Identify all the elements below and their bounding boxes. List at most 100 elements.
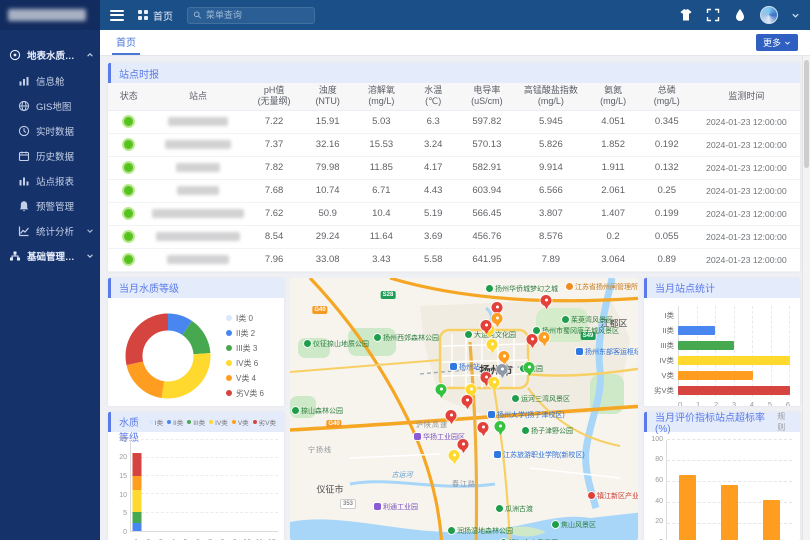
clock-icon bbox=[18, 125, 30, 137]
panel-title: 当月评价指标站点超标率(%) bbox=[655, 412, 771, 435]
hbar-chart: I类II类III类IV类V类劣V类0123456 bbox=[644, 298, 800, 406]
legend-item: 劣V类 6 bbox=[226, 388, 264, 399]
map-poi-label: 华扬工业园区 bbox=[414, 432, 465, 442]
topbar-actions bbox=[679, 6, 800, 24]
station-marker-red[interactable] bbox=[462, 395, 473, 406]
hamburger-menu-icon[interactable] bbox=[110, 10, 124, 21]
legend-swatch bbox=[226, 315, 232, 321]
cell-value: 3.24 bbox=[409, 133, 457, 156]
station-marker-orange[interactable] bbox=[539, 332, 550, 343]
station-marker-green[interactable] bbox=[436, 384, 447, 395]
sidebar-group-label: 基础管理系统 bbox=[27, 249, 80, 263]
cell-value: 2024-01-23 12:00:00 bbox=[693, 202, 800, 225]
station-marker-gray[interactable] bbox=[497, 364, 508, 375]
scrollbar-thumb[interactable] bbox=[804, 60, 809, 168]
chevron-down-icon[interactable] bbox=[791, 11, 800, 20]
gis-map[interactable]: 扬州市仪征市江都区沪陕高速春江路宁扬线古运河G40G40S28S49353扬州华… bbox=[290, 278, 638, 540]
column-header: 高锰酸盐指数(mg/L) bbox=[516, 83, 585, 110]
poi-green-icon bbox=[448, 527, 455, 534]
station-marker-yellow[interactable] bbox=[489, 377, 500, 388]
status-dot-normal bbox=[124, 117, 133, 126]
sidebar-group-label: 地表水质量监测系统 bbox=[27, 48, 80, 62]
station-marker-red[interactable] bbox=[541, 295, 552, 306]
cell-value: 7.37 bbox=[246, 133, 301, 156]
station-marker-green[interactable] bbox=[524, 362, 535, 373]
table-row: 7.9633.083.435.58641.957.893.0640.892024… bbox=[108, 248, 800, 271]
sidebar-item[interactable]: 历史数据 bbox=[0, 143, 100, 168]
cell-value: 7.89 bbox=[516, 248, 585, 271]
cell-value: 5.945 bbox=[516, 110, 585, 133]
status-dot-normal bbox=[124, 232, 133, 241]
rules-link[interactable]: 规则 bbox=[777, 412, 792, 433]
hbar-row: II类 bbox=[650, 323, 790, 338]
vertical-scrollbar[interactable] bbox=[802, 56, 810, 540]
sidebar-group[interactable]: 地表水质量监测系统 bbox=[0, 42, 100, 68]
sidebar-item[interactable]: 预警管理 bbox=[0, 193, 100, 218]
water-drop-icon[interactable] bbox=[733, 8, 747, 22]
y-axis-labels: 100806040200 bbox=[650, 436, 663, 540]
column-header: 总磷(mg/L) bbox=[641, 83, 693, 110]
sidebar-item[interactable]: GIS地图 bbox=[0, 93, 100, 118]
cell-value: 0.192 bbox=[641, 133, 693, 156]
station-marker-red[interactable] bbox=[481, 320, 492, 331]
cell-value: 6.3 bbox=[409, 110, 457, 133]
sidebar-group[interactable]: 基础管理系统 bbox=[0, 243, 100, 269]
search-input[interactable] bbox=[206, 10, 309, 20]
poi-green-icon bbox=[562, 316, 569, 323]
avatar[interactable] bbox=[760, 6, 778, 24]
station-marker-red[interactable] bbox=[527, 334, 538, 345]
station-marker-orange[interactable] bbox=[499, 351, 510, 362]
fullscreen-icon[interactable] bbox=[706, 8, 720, 22]
logo-redacted bbox=[8, 9, 86, 21]
station-marker-green[interactable] bbox=[495, 421, 506, 432]
more-button[interactable]: 更多 bbox=[756, 34, 798, 51]
category-label: V类 bbox=[650, 370, 674, 381]
cell-value: 3.43 bbox=[354, 248, 409, 271]
map-poi-label: 扬州华侨城梦幻之城 bbox=[486, 284, 558, 294]
road-badge: 353 bbox=[340, 499, 356, 509]
donut-legend: I类 0II类 2III类 3IV类 6V类 4劣V类 6 bbox=[226, 313, 264, 399]
station-marker-yellow[interactable] bbox=[487, 339, 498, 350]
cell-value: 10.74 bbox=[302, 179, 354, 202]
cell-value: 1.911 bbox=[585, 156, 640, 179]
status-dot-normal bbox=[124, 186, 133, 195]
station-marker-orange[interactable] bbox=[492, 313, 503, 324]
cell-value: 6.566 bbox=[516, 179, 585, 202]
sidebar-item[interactable]: 统计分析 bbox=[0, 218, 100, 243]
cell-value: 3.807 bbox=[516, 202, 585, 225]
cell-value: 456.76 bbox=[457, 225, 516, 248]
station-marker-yellow[interactable] bbox=[466, 384, 477, 395]
table-row: 7.6810.746.714.43603.946.5662.0610.25202… bbox=[108, 179, 800, 202]
menu-search[interactable] bbox=[187, 7, 315, 24]
sidebar-item[interactable]: 信息舱 bbox=[0, 68, 100, 93]
station-marker-yellow[interactable] bbox=[449, 450, 460, 461]
donut-chart: I类 0II类 2III类 3IV类 6V类 4劣V类 6 bbox=[108, 298, 284, 406]
cell-value: 5.826 bbox=[516, 133, 585, 156]
legend-item: III类 bbox=[187, 417, 205, 427]
sidebar-item[interactable]: 实时数据 bbox=[0, 118, 100, 143]
legend-swatch bbox=[226, 345, 232, 351]
poi-green-icon bbox=[552, 521, 559, 528]
tab-home[interactable]: 首页 bbox=[112, 30, 140, 55]
poi-orange-icon bbox=[566, 283, 573, 290]
cell-value: 0.055 bbox=[641, 225, 693, 248]
cell-value: 2.061 bbox=[585, 179, 640, 202]
sidebar-item[interactable]: 站点报表 bbox=[0, 168, 100, 193]
theme-skin-icon[interactable] bbox=[679, 8, 693, 22]
station-marker-red[interactable] bbox=[458, 439, 469, 450]
category-label: III类 bbox=[650, 340, 674, 351]
legend-swatch bbox=[226, 390, 232, 396]
search-icon bbox=[193, 10, 202, 20]
station-marker-red[interactable] bbox=[446, 410, 457, 421]
home-link[interactable]: 首页 bbox=[138, 8, 173, 23]
station-marker-red[interactable] bbox=[492, 302, 503, 313]
cell-value: 11.64 bbox=[354, 225, 409, 248]
bar bbox=[678, 386, 790, 395]
status-dot-normal bbox=[124, 140, 133, 149]
station-marker-red[interactable] bbox=[478, 422, 489, 433]
station-report-panel: 站点时报 状态站点pH值(无量纲)浊度(NTU)溶解氧(mg/L)水温(℃)电导… bbox=[108, 63, 800, 272]
cell-value: 29.24 bbox=[302, 225, 354, 248]
poi-red-icon bbox=[588, 492, 595, 499]
cell-value: 0.345 bbox=[641, 110, 693, 133]
app-logo bbox=[0, 0, 100, 30]
